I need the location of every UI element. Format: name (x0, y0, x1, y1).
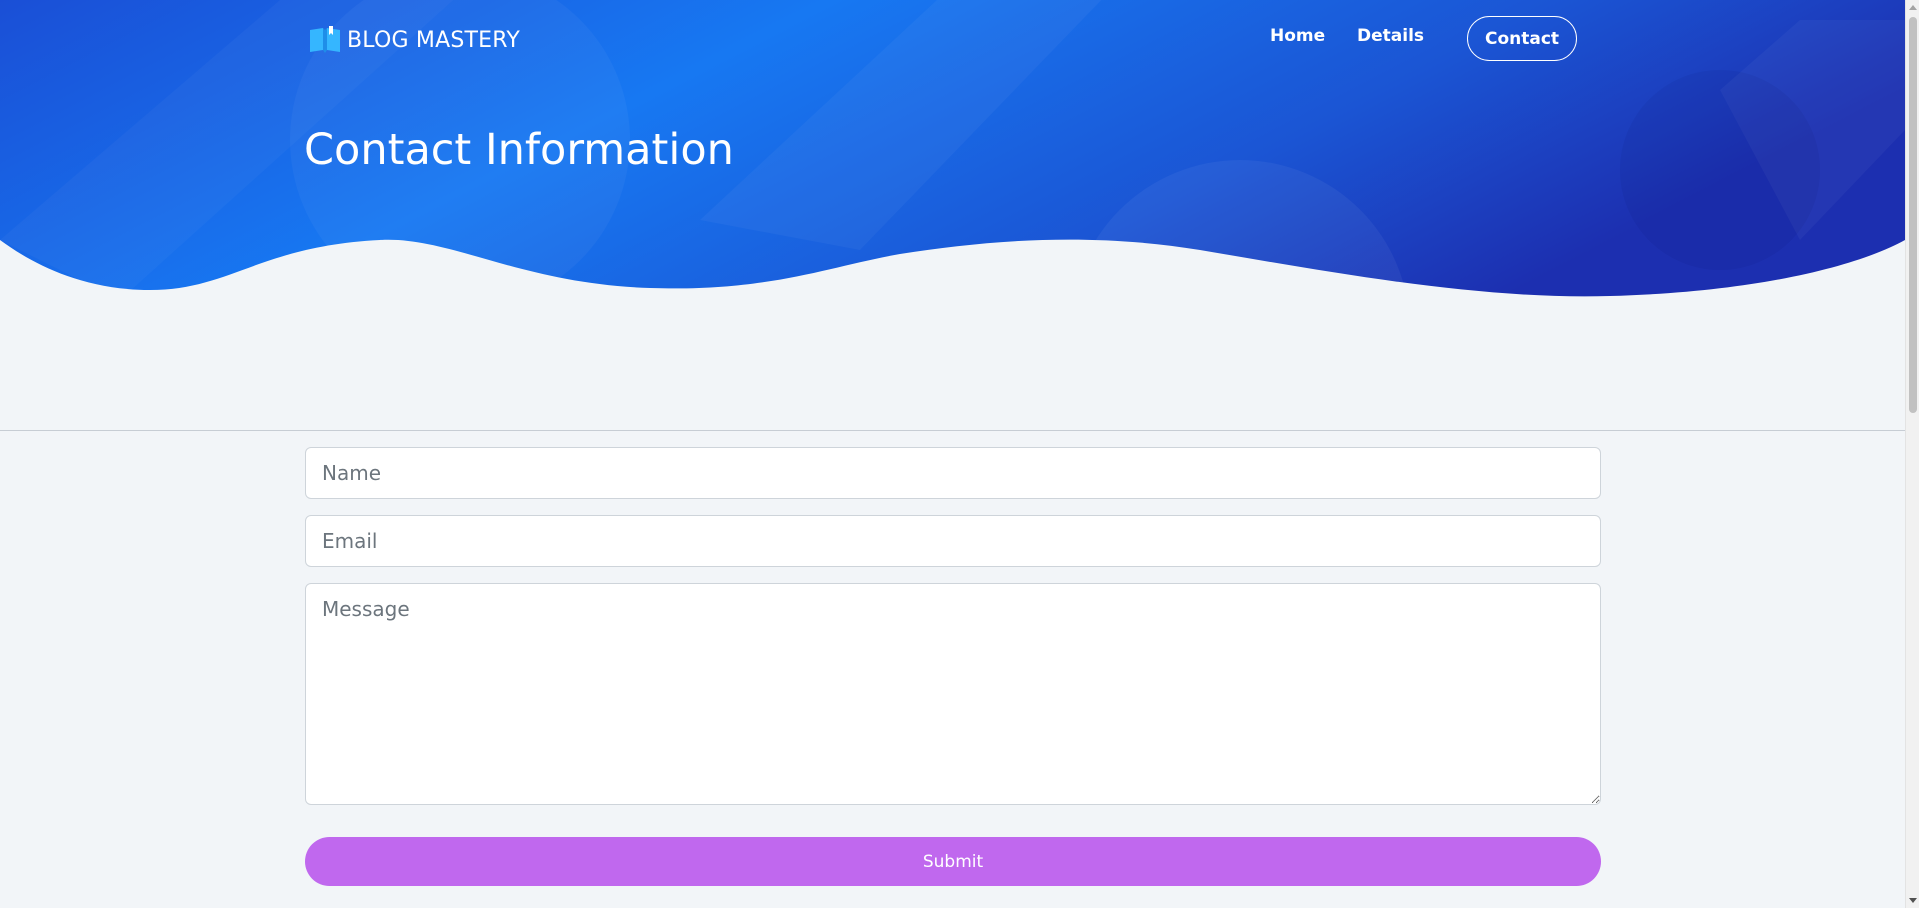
navbar: BLOG MASTERY Home Details Contact (0, 0, 1905, 80)
scroll-down-arrow-icon[interactable] (1909, 898, 1917, 903)
brand-name: BLOG MASTERY (347, 27, 520, 53)
name-input[interactable] (305, 447, 1601, 499)
contact-form: Submit (305, 447, 1601, 886)
submit-button[interactable]: Submit (305, 837, 1601, 886)
brand-logo[interactable]: BLOG MASTERY (309, 26, 520, 54)
open-book-icon (310, 26, 340, 53)
section-divider (0, 430, 1905, 431)
message-textarea[interactable] (305, 583, 1601, 805)
nav-home-link[interactable]: Home (1270, 26, 1325, 46)
email-input[interactable] (305, 515, 1601, 567)
page: BLOG MASTERY Home Details Contact Contac… (0, 0, 1919, 908)
nav-details-link[interactable]: Details (1357, 26, 1424, 46)
scroll-thumb[interactable] (1909, 17, 1917, 413)
vertical-scrollbar[interactable] (1905, 0, 1919, 908)
page-title: Contact Information (304, 125, 734, 175)
scroll-up-arrow-icon[interactable] (1909, 5, 1917, 10)
nav-contact-button[interactable]: Contact (1467, 16, 1577, 61)
